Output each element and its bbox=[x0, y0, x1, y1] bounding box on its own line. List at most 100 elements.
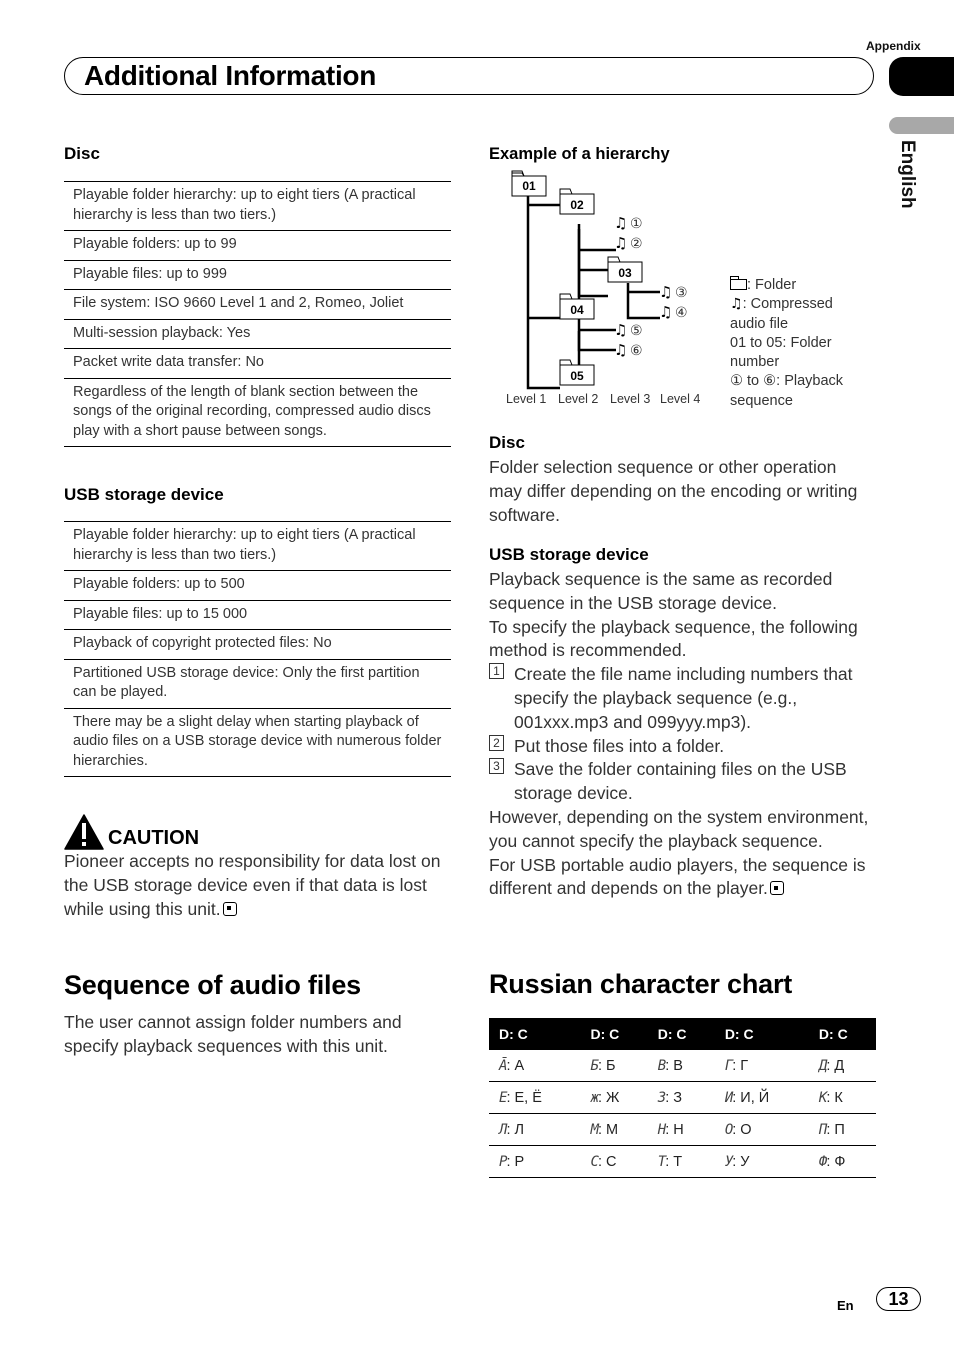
table-cell: Л: Л bbox=[489, 1113, 581, 1146]
character-label: : Р bbox=[506, 1153, 525, 1170]
music-note-icon: ♫ bbox=[614, 341, 627, 359]
usb-outro-1: However, depending on the system environ… bbox=[489, 806, 869, 851]
table-header-row: D: C D: C D: C D: C D: C bbox=[489, 1018, 876, 1050]
character-label: : Ж bbox=[597, 1089, 620, 1106]
table-cell: Ф: Ф bbox=[808, 1145, 876, 1178]
sequence-number: ⑥ bbox=[630, 343, 643, 359]
table-cell: Р: Р bbox=[489, 1145, 581, 1178]
column-header: D: C bbox=[647, 1018, 715, 1050]
table-cell: У: У bbox=[714, 1145, 809, 1178]
character-label: : У bbox=[732, 1153, 750, 1170]
hierarchy-legend: : Folder ♫: Compressed audio file 01 to … bbox=[730, 276, 870, 411]
table-row: Regardless of the length of blank sectio… bbox=[64, 377, 451, 447]
folder-label: 03 bbox=[618, 266, 632, 280]
table-row: File system: ISO 9660 Level 1 and 2, Rom… bbox=[64, 289, 451, 319]
caution-label: CAUTION bbox=[108, 827, 200, 849]
table-row: Playable folder hierarchy: up to eight t… bbox=[64, 521, 451, 571]
language-code: En bbox=[837, 1298, 854, 1313]
character-label: : К bbox=[826, 1089, 843, 1106]
music-note-icon: ♫ bbox=[730, 296, 743, 313]
table-row: Е: Е, Ёж: Ж З: З И: И, Й К: К bbox=[489, 1081, 876, 1114]
right-disc-text: Folder selection sequence or other opera… bbox=[489, 457, 858, 525]
display-glyph: М bbox=[590, 1121, 600, 1138]
level-label: Level 2 bbox=[558, 392, 598, 406]
sequence-number: ② bbox=[630, 236, 643, 252]
folder-icon bbox=[730, 276, 747, 290]
table-cell: Н: Н bbox=[647, 1113, 715, 1146]
disc-spec-table: Playable folder hierarchy: up to eight t… bbox=[64, 181, 451, 447]
table-cell: П: П bbox=[808, 1113, 876, 1146]
table-cell: С: С bbox=[580, 1145, 648, 1178]
table-cell: Д: Д bbox=[808, 1050, 876, 1082]
usb-outro-2: For USB portable audio players, the sequ… bbox=[489, 854, 866, 899]
table-cell: Playable folders: up to 500 bbox=[64, 570, 451, 600]
russian-character-table: D: C D: C D: C D: C D: C Ᾱ: А Б: Б В: В Г: … bbox=[489, 1018, 876, 1178]
table-cell: О: О bbox=[714, 1113, 809, 1146]
step-item: 1 Create the file name including numbers … bbox=[489, 663, 875, 734]
disc-heading: Disc bbox=[64, 144, 100, 163]
music-note-icon: ♫ bbox=[659, 283, 672, 301]
sequence-text: The user cannot assign folder numbers an… bbox=[64, 1012, 402, 1056]
table-cell: File system: ISO 9660 Level 1 and 2, Rom… bbox=[64, 289, 451, 319]
page-number: 13 bbox=[876, 1287, 921, 1311]
display-glyph: ж bbox=[590, 1089, 600, 1106]
character-label: : Б bbox=[597, 1057, 616, 1074]
display-glyph: Б bbox=[590, 1057, 600, 1074]
table-row: Partitioned USB storage device: Only the… bbox=[64, 658, 451, 708]
table-cell: Playable files: up to 15 000 bbox=[64, 599, 451, 630]
character-label: : С bbox=[597, 1153, 617, 1170]
russian-heading: Russian character chart bbox=[489, 969, 793, 999]
page-title: Additional Information bbox=[84, 60, 377, 91]
table-cell: Playable files: up to 999 bbox=[64, 259, 451, 290]
music-note-icon: ♫ bbox=[614, 234, 627, 252]
table-cell: И: И, Й bbox=[714, 1081, 809, 1114]
table-cell: Б: Б bbox=[580, 1050, 648, 1082]
level-label: Level 4 bbox=[660, 392, 700, 406]
table-row: Ᾱ: А Б: Б В: В Г: Г Д: Д bbox=[489, 1050, 876, 1082]
folder-label: 01 bbox=[522, 179, 536, 193]
column-header: D: C bbox=[489, 1018, 581, 1050]
step-number: 1 bbox=[489, 663, 504, 680]
table-cell: Playable folder hierarchy: up to eight t… bbox=[64, 181, 451, 231]
table-row: Packet write data transfer: No bbox=[64, 348, 451, 378]
table-cell: Ᾱ: А bbox=[489, 1050, 581, 1082]
table-cell: There may be a slight delay when startin… bbox=[64, 707, 451, 777]
usb-spec-table: Playable folder hierarchy: up to eight t… bbox=[64, 521, 451, 777]
table-cell: Packet write data transfer: No bbox=[64, 348, 451, 378]
end-mark-icon bbox=[222, 901, 237, 916]
folder-label: 05 bbox=[570, 369, 584, 383]
right-usb-heading: USB storage device bbox=[489, 545, 649, 564]
caution-text: Pioneer accepts no responsibility for da… bbox=[64, 851, 441, 919]
caution-block: CAUTION Pioneer accepts no responsibilit… bbox=[64, 814, 454, 921]
step-number: 3 bbox=[489, 758, 504, 775]
table-row: Playable folders: up to 99 bbox=[64, 230, 451, 260]
table-cell: К: К bbox=[808, 1081, 876, 1114]
level-label: Level 3 bbox=[610, 392, 650, 406]
table-cell: В: В bbox=[647, 1050, 715, 1082]
table-cell: Е: Е, Ё bbox=[489, 1081, 581, 1114]
table-cell: Playable folders: up to 99 bbox=[64, 230, 451, 260]
step-item: 2 Put those files into a folder. bbox=[489, 734, 875, 759]
section-label: Appendix bbox=[866, 39, 921, 53]
step-item: 3 Save the folder containing files on the… bbox=[489, 758, 875, 806]
chapter-tab bbox=[889, 57, 954, 96]
usb-intro-2: To specify the playback sequence, the fo… bbox=[489, 616, 858, 661]
sequence-number: ④ bbox=[675, 305, 688, 321]
table-cell: Playable folder hierarchy: up to eight t… bbox=[64, 521, 451, 571]
table-cell: Playback of copyright protected files: N… bbox=[64, 629, 451, 659]
table-row: Playable files: up to 999 bbox=[64, 259, 451, 290]
character-label: : Г bbox=[732, 1057, 749, 1074]
table-row: Multi-session playback: Yes bbox=[64, 318, 451, 349]
display-glyph: С bbox=[590, 1153, 600, 1170]
character-label: : Ф bbox=[826, 1153, 846, 1170]
table-cell: Partitioned USB storage device: Only the… bbox=[64, 658, 451, 708]
hierarchy-heading: Example of a hierarchy bbox=[489, 145, 670, 163]
character-label: : Д bbox=[826, 1057, 845, 1074]
step-text: Put those files into a folder. bbox=[514, 735, 725, 756]
language-tab: English bbox=[897, 140, 918, 209]
character-label: : А bbox=[506, 1057, 525, 1074]
character-label: : О bbox=[732, 1121, 752, 1138]
character-label: : М bbox=[597, 1121, 619, 1138]
usb-heading: USB storage device bbox=[64, 485, 224, 504]
folder-label: 02 bbox=[570, 198, 584, 212]
